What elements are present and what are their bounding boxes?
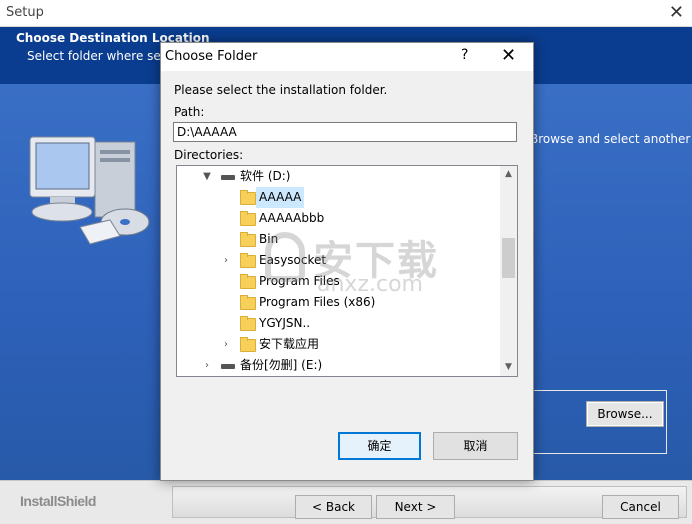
directories-label: Directories: [174, 148, 244, 162]
tree-item-easysocket[interactable]: › Easysocket [177, 250, 499, 271]
folder-icon [240, 295, 256, 310]
chevron-right-icon[interactable]: › [201, 355, 213, 376]
folder-icon [240, 232, 256, 247]
tree-item-label: 软件 (D:) [240, 169, 291, 183]
next-button[interactable]: Next > [376, 495, 455, 519]
path-input[interactable]: D:\AAAAA [173, 122, 517, 142]
directory-tree[interactable]: ▼ 软件 (D:) AAAAA AAAAAbbb Bin › Easysocke… [176, 165, 518, 377]
path-label: Path: [174, 105, 205, 119]
setup-cancel-button[interactable]: Cancel [602, 495, 679, 519]
setup-side-text: Browse and select another [530, 132, 691, 146]
tree-scrollbar[interactable]: ▲ ▼ [500, 166, 517, 376]
tree-item-label: Easysocket [259, 253, 327, 267]
tree-item-aaaaabbb[interactable]: AAAAAbbb [177, 208, 499, 229]
dialog-titlebar: Choose Folder ? ✕ [161, 43, 533, 71]
tree-item-drive-e[interactable]: › 备份[勿删] (E:) [177, 355, 499, 376]
tree-item-aaaaa[interactable]: AAAAA [177, 187, 499, 208]
drive-icon [221, 175, 235, 180]
tree-item-label: Program Files (x86) [259, 295, 376, 309]
tree-item-bin[interactable]: Bin [177, 229, 499, 250]
folder-icon [240, 190, 256, 205]
scroll-down-arrow-icon[interactable]: ▼ [500, 359, 517, 376]
folder-icon [240, 274, 256, 289]
scroll-up-arrow-icon[interactable]: ▲ [500, 166, 517, 183]
tree-item-label: AAAAAbbb [259, 211, 325, 225]
chevron-right-icon[interactable]: › [220, 250, 232, 271]
choose-folder-dialog: Choose Folder ? ✕ Please select the inst… [160, 42, 534, 481]
setup-footer: InstallShield < Back Next > Cancel [0, 480, 692, 524]
scrollbar-thumb[interactable] [502, 238, 515, 278]
tree-item-program-files-x86[interactable]: Program Files (x86) [177, 292, 499, 313]
tree-item-label: Bin [259, 232, 279, 246]
drive-icon [221, 364, 235, 369]
tree-item-program-files[interactable]: Program Files [177, 271, 499, 292]
dialog-instruction: Please select the installation folder. [174, 83, 388, 97]
tree-item-label: AAAAA [256, 187, 305, 208]
dialog-title: Choose Folder [165, 49, 258, 64]
help-icon[interactable]: ? [461, 47, 468, 63]
tree-item-drive-d[interactable]: ▼ 软件 (D:) [177, 166, 499, 187]
chevron-right-icon[interactable]: › [220, 334, 232, 355]
back-button[interactable]: < Back [295, 495, 372, 519]
tree-item-anxz-apps[interactable]: › 安下载应用 [177, 334, 499, 355]
chevron-down-icon[interactable]: ▼ [201, 166, 213, 187]
setup-titlebar: Setup ✕ [0, 0, 692, 27]
dialog-cancel-button[interactable]: 取消 [433, 432, 518, 460]
tree-item-label: 安下载应用 [259, 337, 320, 351]
folder-icon [240, 253, 256, 268]
ok-button[interactable]: 确定 [338, 432, 421, 460]
folder-icon [240, 211, 256, 226]
tree-item-ygyjsn[interactable]: YGYJSN.. [177, 313, 499, 334]
installshield-logo: InstallShield [20, 493, 96, 509]
dialog-close-icon[interactable]: ✕ [501, 45, 516, 66]
footer-button-bar: < Back Next > Cancel [172, 486, 687, 519]
folder-icon [240, 316, 256, 331]
setup-close-icon[interactable]: ✕ [669, 2, 684, 23]
tree-item-label: Program Files [259, 274, 340, 288]
tree-item-label: 备份[勿删] (E:) [240, 358, 323, 372]
setup-window-title: Setup [6, 5, 44, 20]
computer-illustration-icon [29, 136, 150, 245]
tree-item-label: YGYJSN.. [259, 316, 311, 330]
browse-button[interactable]: Browse... [586, 401, 664, 427]
folder-icon [240, 337, 256, 352]
